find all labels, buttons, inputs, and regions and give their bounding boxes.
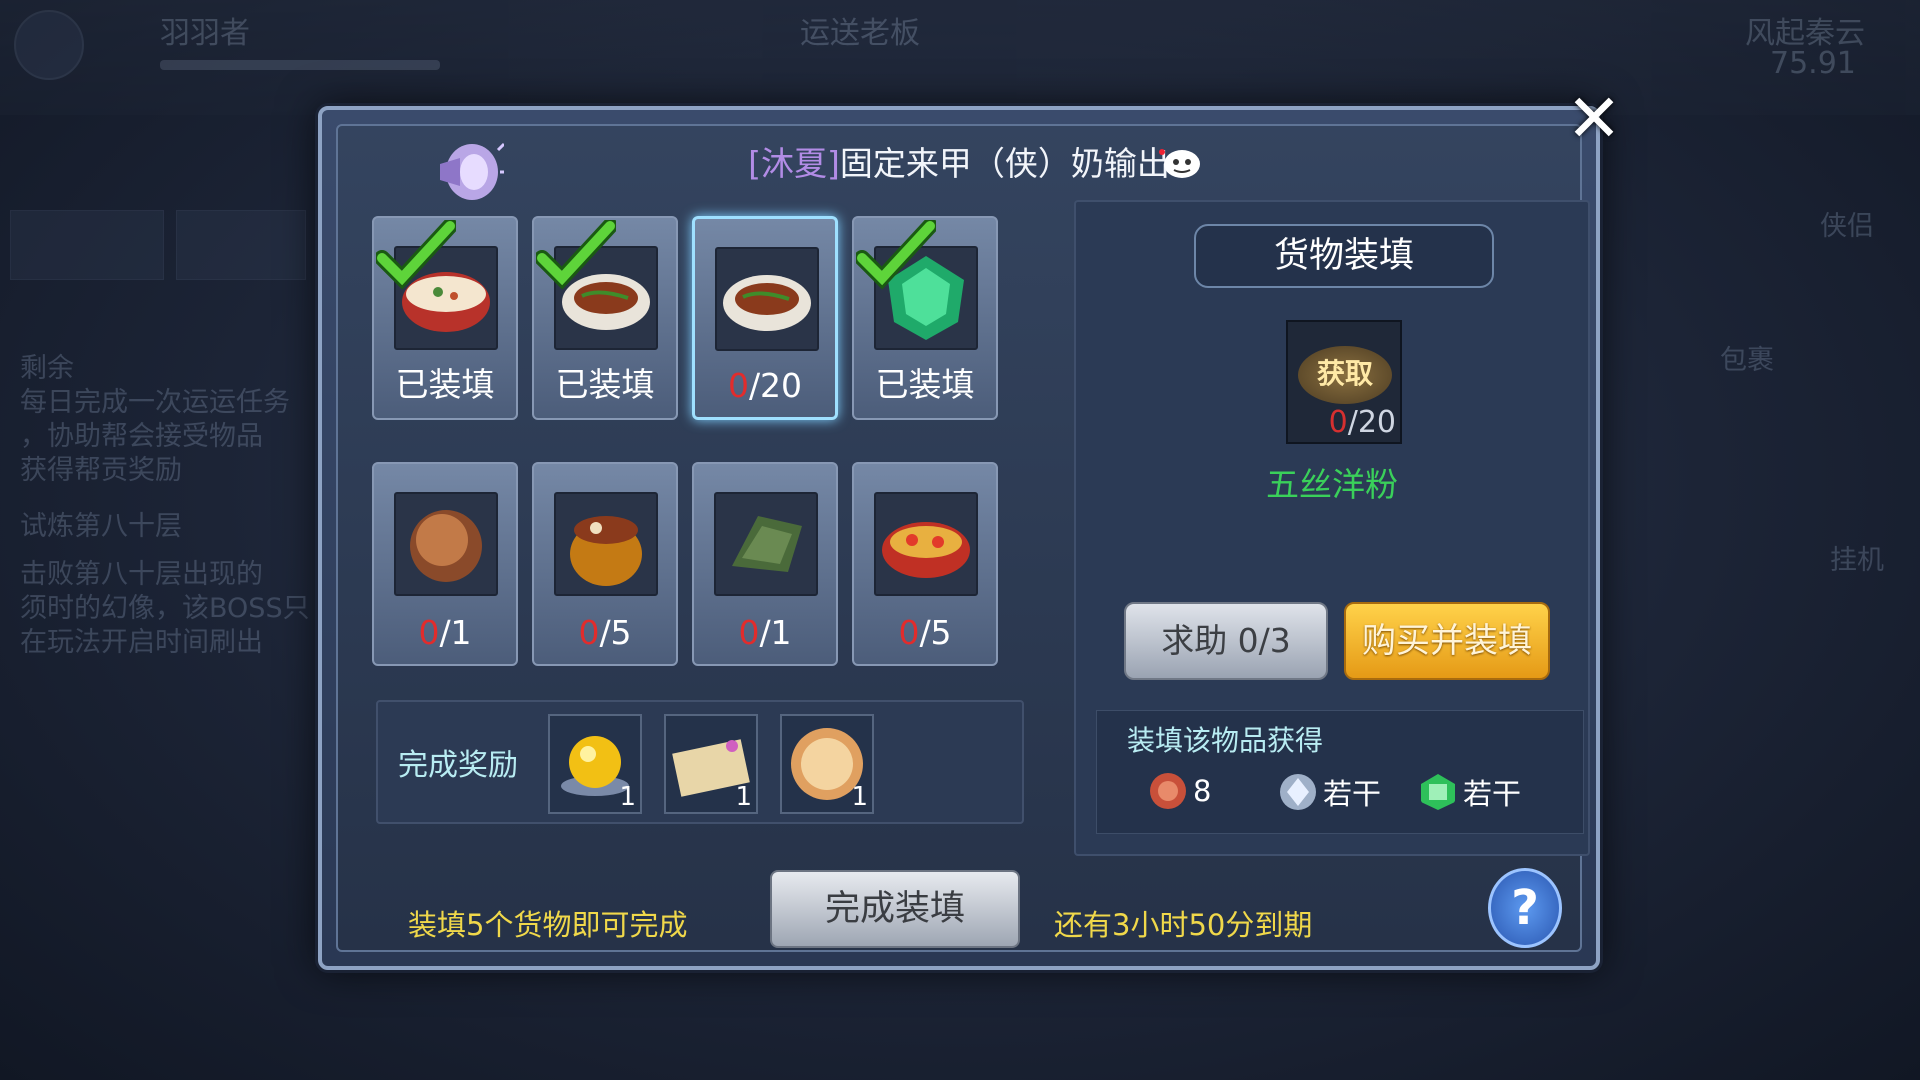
buy-and-fill-button[interactable]: 购买并装填 <box>1344 602 1550 680</box>
slot-progress: 0/1 <box>694 613 836 652</box>
noodle-plate-icon <box>723 275 811 331</box>
cargo-slot-selected[interactable]: 0/20 <box>692 216 838 420</box>
slot-status: 已装填 <box>555 365 655 404</box>
background-right-line: 侠侣 <box>1820 211 1874 242</box>
panel-title: 货物装填 <box>1194 224 1494 288</box>
gain-item: 若干 <box>1279 771 1381 813</box>
background-right-line: 挂机 <box>1830 545 1884 576</box>
gain-title: 装填该物品获得 <box>1127 724 1324 757</box>
background-line: 获得帮贡奖励 <box>20 455 182 486</box>
target-count: 0/20 <box>1329 405 1396 440</box>
slot-status: 已装填 <box>395 365 495 404</box>
background-tab-2 <box>176 210 306 280</box>
clay-jar-icon <box>570 516 642 586</box>
reward-count: 1 <box>851 782 868 812</box>
reward-item[interactable]: 1 <box>780 714 874 814</box>
target-item-slot[interactable]: 获取 0/20 <box>1286 320 1402 444</box>
check-icon <box>536 220 616 290</box>
slot-thumbnail <box>874 492 978 596</box>
cargo-slot[interactable]: 已装填 <box>372 216 518 420</box>
slot-total: /5 <box>599 613 632 652</box>
slot-total: /5 <box>919 613 952 652</box>
slot-total: /1 <box>439 613 472 652</box>
silver-coin-icon <box>1280 774 1316 810</box>
title-tag: [沐夏] <box>748 144 840 183</box>
bun-icon <box>410 510 482 582</box>
completion-hint: 装填5个货物即可完成 <box>408 908 688 942</box>
slot-progress: 0/1 <box>374 613 516 652</box>
background-right-line: 包裹 <box>1720 345 1774 376</box>
item-name: 五丝洋粉 <box>1266 465 1398 504</box>
cargo-slots-panel: 已装填 已装填 0/20 已装填 0/1 0/5 0/1 0/5 完成奖励 1 … <box>372 216 1058 856</box>
background-line: 在玩法开启时间刷出 <box>20 627 263 658</box>
slot-thumbnail <box>554 492 658 596</box>
cargo-slot[interactable]: 已装填 <box>532 216 678 420</box>
slot-current: 0 <box>738 613 760 652</box>
slot-thumbnail <box>394 492 498 596</box>
acquire-button[interactable]: 获取 <box>1298 346 1392 404</box>
background-name-2: 运送老板 <box>800 16 920 51</box>
leaf-wrap-icon <box>732 516 802 572</box>
fill-rewards-box: 装填该物品获得 8 若干 若干 <box>1096 710 1584 834</box>
target-total: /20 <box>1347 405 1396 440</box>
cargo-fill-panel: 货物装填 获取 0/20 五丝洋粉 求助 0/3 购买并装填 装填该物品获得 8 <box>1074 200 1590 856</box>
gain-value: 若干 <box>1463 777 1522 811</box>
background-topbar <box>0 0 1920 115</box>
gain-value: 8 <box>1193 774 1212 808</box>
expiry-time: 还有3小时50分到期 <box>1054 908 1313 942</box>
gain-item: 8 <box>1149 771 1211 811</box>
check-icon <box>856 220 936 290</box>
emoji-icon <box>1159 149 1200 178</box>
slot-current: 0 <box>727 366 749 405</box>
dialog-title: [沐夏]固定来甲（侠）奶输出 <box>338 134 1580 194</box>
reward-label: 完成奖励 <box>398 748 518 783</box>
background-number: 75.91 <box>1770 46 1856 81</box>
background-tab-1 <box>10 210 164 280</box>
copper-coin-icon <box>1150 773 1186 809</box>
cargo-dialog: [沐夏]固定来甲（侠）奶输出 已装填 已装填 0/20 已装填 0/1 0/5 … <box>318 106 1600 970</box>
reward-item[interactable]: 1 <box>548 714 642 814</box>
slot-progress: 0/5 <box>854 613 996 652</box>
reward-item[interactable]: 1 <box>664 714 758 814</box>
reward-count: 1 <box>619 782 636 812</box>
slot-current: 0 <box>418 613 440 652</box>
background-avatar <box>14 10 84 80</box>
gain-value: 若干 <box>1323 777 1382 811</box>
dialog-inner: [沐夏]固定来甲（侠）奶输出 已装填 已装填 0/20 已装填 0/1 0/5 … <box>336 124 1590 952</box>
slot-current: 0 <box>578 613 600 652</box>
help-question-icon[interactable]: ? <box>1488 868 1562 948</box>
slot-total: /1 <box>759 613 792 652</box>
complete-fill-button[interactable]: 完成装填 <box>770 870 1020 948</box>
title-text: 固定来甲（侠）奶输出 <box>839 144 1170 183</box>
slot-thumbnail <box>715 247 819 351</box>
cargo-slot[interactable]: 已装填 <box>852 216 998 420</box>
background-bar <box>160 60 440 70</box>
slot-total: /20 <box>748 366 803 405</box>
target-current: 0 <box>1328 405 1348 440</box>
request-help-button[interactable]: 求助 0/3 <box>1124 602 1328 680</box>
close-icon[interactable]: ✕ <box>1560 84 1628 154</box>
reward-count: 1 <box>735 782 752 812</box>
slot-current: 0 <box>898 613 920 652</box>
cargo-slot[interactable]: 0/5 <box>852 462 998 666</box>
soup-bowl-icon <box>882 522 970 578</box>
slot-progress: 0/20 <box>695 366 835 405</box>
background-name-1: 羽羽者 <box>160 16 250 51</box>
background-line: 试炼第八十层 <box>20 511 182 542</box>
cargo-slot[interactable]: 0/5 <box>532 462 678 666</box>
slot-status: 已装填 <box>875 365 975 404</box>
cargo-slot[interactable]: 0/1 <box>372 462 518 666</box>
gain-item: 若干 <box>1419 771 1521 813</box>
check-icon <box>376 220 456 290</box>
guild-token-icon <box>1421 774 1455 810</box>
slot-progress: 0/5 <box>534 613 676 652</box>
slot-thumbnail <box>714 492 818 596</box>
completion-reward-box: 完成奖励 1 1 1 <box>376 700 1024 824</box>
cargo-slot[interactable]: 0/1 <box>692 462 838 666</box>
